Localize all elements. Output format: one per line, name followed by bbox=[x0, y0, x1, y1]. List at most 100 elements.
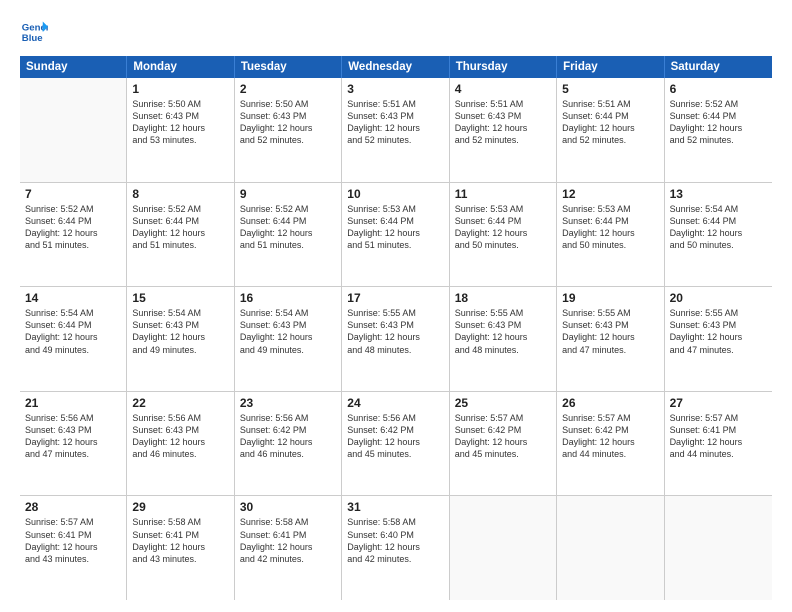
calendar-day-22: 22 Sunrise: 5:56 AM Sunset: 6:43 PM Dayli… bbox=[127, 392, 234, 496]
calendar-week-2: 7 Sunrise: 5:52 AM Sunset: 6:44 PM Daylig… bbox=[20, 183, 772, 288]
day-info: Sunrise: 5:53 AM Sunset: 6:44 PM Dayligh… bbox=[455, 203, 551, 252]
day-info: Sunrise: 5:52 AM Sunset: 6:44 PM Dayligh… bbox=[25, 203, 121, 252]
logo-icon: General Blue bbox=[20, 18, 48, 46]
calendar-week-4: 21 Sunrise: 5:56 AM Sunset: 6:43 PM Dayli… bbox=[20, 392, 772, 497]
calendar-day-6: 6 Sunrise: 5:52 AM Sunset: 6:44 PM Daylig… bbox=[665, 78, 772, 182]
day-number: 6 bbox=[670, 82, 767, 96]
calendar-day-5: 5Sunrise: 5:51 AM Sunset: 6:44 PM Daylig… bbox=[557, 78, 664, 182]
day-number: 17 bbox=[347, 291, 443, 305]
day-number: 11 bbox=[455, 187, 551, 201]
calendar-empty bbox=[20, 78, 127, 182]
day-info: Sunrise: 5:55 AM Sunset: 6:43 PM Dayligh… bbox=[562, 307, 658, 356]
day-number: 14 bbox=[25, 291, 121, 305]
day-number: 18 bbox=[455, 291, 551, 305]
day-info: Sunrise: 5:51 AM Sunset: 6:43 PM Dayligh… bbox=[347, 98, 443, 147]
day-number: 10 bbox=[347, 187, 443, 201]
day-number: 26 bbox=[562, 396, 658, 410]
day-info: Sunrise: 5:57 AM Sunset: 6:41 PM Dayligh… bbox=[670, 412, 767, 461]
day-number: 8 bbox=[132, 187, 228, 201]
day-info: Sunrise: 5:56 AM Sunset: 6:42 PM Dayligh… bbox=[240, 412, 336, 461]
day-header-tuesday: Tuesday bbox=[235, 56, 342, 78]
day-info: Sunrise: 5:50 AM Sunset: 6:43 PM Dayligh… bbox=[240, 98, 336, 147]
day-number: 23 bbox=[240, 396, 336, 410]
calendar-week-3: 14 Sunrise: 5:54 AM Sunset: 6:44 PM Dayli… bbox=[20, 287, 772, 392]
day-info: Sunrise: 5:52 AM Sunset: 6:44 PM Dayligh… bbox=[132, 203, 228, 252]
day-header-monday: Monday bbox=[127, 56, 234, 78]
day-number: 27 bbox=[670, 396, 767, 410]
calendar-day-7: 7 Sunrise: 5:52 AM Sunset: 6:44 PM Daylig… bbox=[20, 183, 127, 287]
day-number: 30 bbox=[240, 500, 336, 514]
day-info: Sunrise: 5:56 AM Sunset: 6:43 PM Dayligh… bbox=[25, 412, 121, 461]
calendar-day-18: 18 Sunrise: 5:55 AM Sunset: 6:43 PM Dayli… bbox=[450, 287, 557, 391]
calendar-day-30: 30 Sunrise: 5:58 AM Sunset: 6:41 PM Dayli… bbox=[235, 496, 342, 600]
day-info: Sunrise: 5:58 AM Sunset: 6:40 PM Dayligh… bbox=[347, 516, 443, 565]
day-number: 25 bbox=[455, 396, 551, 410]
day-header-friday: Friday bbox=[557, 56, 664, 78]
day-info: Sunrise: 5:57 AM Sunset: 6:42 PM Dayligh… bbox=[455, 412, 551, 461]
calendar-day-17: 17 Sunrise: 5:55 AM Sunset: 6:43 PM Dayli… bbox=[342, 287, 449, 391]
day-number: 20 bbox=[670, 291, 767, 305]
day-info: Sunrise: 5:55 AM Sunset: 6:43 PM Dayligh… bbox=[455, 307, 551, 356]
calendar-header-row: SundayMondayTuesdayWednesdayThursdayFrid… bbox=[20, 56, 772, 78]
calendar-day-10: 10 Sunrise: 5:53 AM Sunset: 6:44 PM Dayli… bbox=[342, 183, 449, 287]
logo: General Blue bbox=[20, 18, 48, 46]
day-info: Sunrise: 5:56 AM Sunset: 6:42 PM Dayligh… bbox=[347, 412, 443, 461]
day-info: Sunrise: 5:55 AM Sunset: 6:43 PM Dayligh… bbox=[347, 307, 443, 356]
day-info: Sunrise: 5:56 AM Sunset: 6:43 PM Dayligh… bbox=[132, 412, 228, 461]
day-number: 15 bbox=[132, 291, 228, 305]
day-number: 12 bbox=[562, 187, 658, 201]
day-info: Sunrise: 5:54 AM Sunset: 6:44 PM Dayligh… bbox=[670, 203, 767, 252]
day-number: 2 bbox=[240, 82, 336, 96]
calendar-week-1: 1Sunrise: 5:50 AM Sunset: 6:43 PM Daylig… bbox=[20, 78, 772, 183]
day-number: 22 bbox=[132, 396, 228, 410]
calendar-day-15: 15Sunrise: 5:54 AM Sunset: 6:43 PM Dayli… bbox=[127, 287, 234, 391]
calendar-day-31: 31 Sunrise: 5:58 AM Sunset: 6:40 PM Dayli… bbox=[342, 496, 449, 600]
calendar-day-24: 24 Sunrise: 5:56 AM Sunset: 6:42 PM Dayli… bbox=[342, 392, 449, 496]
day-info: Sunrise: 5:54 AM Sunset: 6:43 PM Dayligh… bbox=[240, 307, 336, 356]
calendar-day-27: 27 Sunrise: 5:57 AM Sunset: 6:41 PM Dayli… bbox=[665, 392, 772, 496]
day-number: 29 bbox=[132, 500, 228, 514]
calendar-day-25: 25 Sunrise: 5:57 AM Sunset: 6:42 PM Dayli… bbox=[450, 392, 557, 496]
day-info: Sunrise: 5:53 AM Sunset: 6:44 PM Dayligh… bbox=[347, 203, 443, 252]
day-number: 31 bbox=[347, 500, 443, 514]
calendar-day-21: 21 Sunrise: 5:56 AM Sunset: 6:43 PM Dayli… bbox=[20, 392, 127, 496]
day-number: 5 bbox=[562, 82, 658, 96]
calendar-day-12: 12 Sunrise: 5:53 AM Sunset: 6:44 PM Dayli… bbox=[557, 183, 664, 287]
calendar: SundayMondayTuesdayWednesdayThursdayFrid… bbox=[20, 56, 772, 600]
day-info: Sunrise: 5:58 AM Sunset: 6:41 PM Dayligh… bbox=[240, 516, 336, 565]
day-info: Sunrise: 5:53 AM Sunset: 6:44 PM Dayligh… bbox=[562, 203, 658, 252]
calendar-day-26: 26 Sunrise: 5:57 AM Sunset: 6:42 PM Dayli… bbox=[557, 392, 664, 496]
day-info: Sunrise: 5:50 AM Sunset: 6:43 PM Dayligh… bbox=[132, 98, 228, 147]
day-info: Sunrise: 5:54 AM Sunset: 6:44 PM Dayligh… bbox=[25, 307, 121, 356]
day-info: Sunrise: 5:55 AM Sunset: 6:43 PM Dayligh… bbox=[670, 307, 767, 356]
day-number: 19 bbox=[562, 291, 658, 305]
day-number: 4 bbox=[455, 82, 551, 96]
day-number: 16 bbox=[240, 291, 336, 305]
day-info: Sunrise: 5:52 AM Sunset: 6:44 PM Dayligh… bbox=[670, 98, 767, 147]
day-number: 21 bbox=[25, 396, 121, 410]
calendar-day-19: 19 Sunrise: 5:55 AM Sunset: 6:43 PM Dayli… bbox=[557, 287, 664, 391]
calendar-day-14: 14 Sunrise: 5:54 AM Sunset: 6:44 PM Dayli… bbox=[20, 287, 127, 391]
calendar-day-1: 1Sunrise: 5:50 AM Sunset: 6:43 PM Daylig… bbox=[127, 78, 234, 182]
day-header-wednesday: Wednesday bbox=[342, 56, 449, 78]
calendar-day-29: 29 Sunrise: 5:58 AM Sunset: 6:41 PM Dayli… bbox=[127, 496, 234, 600]
day-info: Sunrise: 5:58 AM Sunset: 6:41 PM Dayligh… bbox=[132, 516, 228, 565]
day-header-thursday: Thursday bbox=[450, 56, 557, 78]
svg-text:Blue: Blue bbox=[22, 33, 43, 44]
day-info: Sunrise: 5:52 AM Sunset: 6:44 PM Dayligh… bbox=[240, 203, 336, 252]
day-number: 9 bbox=[240, 187, 336, 201]
day-info: Sunrise: 5:51 AM Sunset: 6:43 PM Dayligh… bbox=[455, 98, 551, 147]
day-header-sunday: Sunday bbox=[20, 56, 127, 78]
calendar-day-13: 13Sunrise: 5:54 AM Sunset: 6:44 PM Dayli… bbox=[665, 183, 772, 287]
day-info: Sunrise: 5:57 AM Sunset: 6:42 PM Dayligh… bbox=[562, 412, 658, 461]
calendar-day-2: 2 Sunrise: 5:50 AM Sunset: 6:43 PM Daylig… bbox=[235, 78, 342, 182]
calendar-empty bbox=[665, 496, 772, 600]
calendar-empty bbox=[557, 496, 664, 600]
calendar-day-9: 9 Sunrise: 5:52 AM Sunset: 6:44 PM Daylig… bbox=[235, 183, 342, 287]
day-number: 28 bbox=[25, 500, 121, 514]
day-number: 24 bbox=[347, 396, 443, 410]
calendar-day-23: 23 Sunrise: 5:56 AM Sunset: 6:42 PM Dayli… bbox=[235, 392, 342, 496]
day-number: 7 bbox=[25, 187, 121, 201]
calendar-day-3: 3Sunrise: 5:51 AM Sunset: 6:43 PM Daylig… bbox=[342, 78, 449, 182]
calendar-day-4: 4 Sunrise: 5:51 AM Sunset: 6:43 PM Daylig… bbox=[450, 78, 557, 182]
